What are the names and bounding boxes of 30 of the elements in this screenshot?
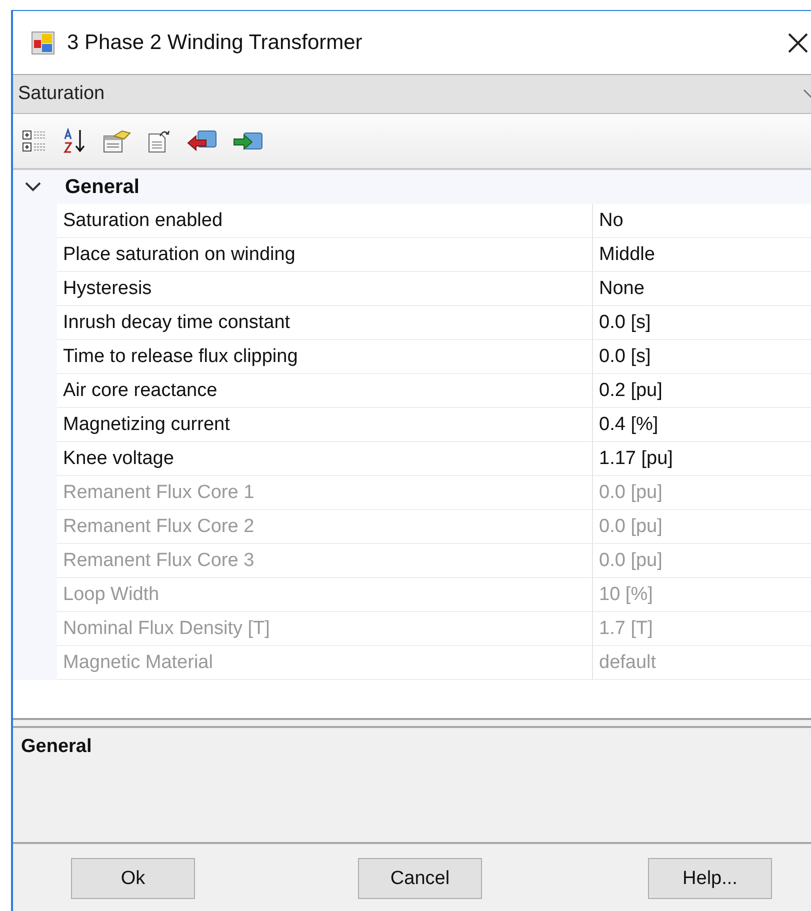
property-name[interactable]: Place saturation on winding (57, 238, 593, 272)
close-icon[interactable] (787, 32, 809, 54)
property-value[interactable]: 0.2 [pu] (593, 374, 811, 408)
chevron-icon[interactable] (25, 182, 41, 192)
dialog-button[interactable]: Help... (648, 858, 772, 899)
description-title: General (21, 736, 92, 757)
dialog-button[interactable]: Cancel (358, 858, 482, 899)
categorized-icon[interactable] (22, 128, 48, 154)
property-value[interactable]: No (593, 204, 811, 238)
group-header[interactable]: General (13, 170, 811, 204)
property-name[interactable]: Air core reactance (57, 374, 593, 408)
property-name[interactable]: Knee voltage (57, 442, 593, 476)
window-title: 3 Phase 2 Winding Transformer (67, 30, 364, 54)
dialog-button[interactable]: Ok (71, 858, 195, 899)
property-value[interactable]: 0.0 [s] (593, 340, 811, 374)
property-pages-icon[interactable] (102, 128, 132, 154)
property-name[interactable]: Hysteresis (57, 272, 593, 306)
property-value[interactable]: 0.0 [s] (593, 306, 811, 340)
property-name[interactable]: Magnetizing current (57, 408, 593, 442)
property-value[interactable]: None (593, 272, 811, 306)
property-name[interactable]: Inrush decay time constant (57, 306, 593, 340)
property-value[interactable]: 1.17 [pu] (593, 442, 811, 476)
category-dropdown[interactable]: Saturation (13, 74, 811, 114)
property-value[interactable]: Middle (593, 238, 811, 272)
property-name[interactable]: Saturation enabled (57, 204, 593, 238)
import-arrow-icon[interactable] (186, 128, 218, 154)
document-icon[interactable] (146, 128, 172, 154)
property-name[interactable]: Time to release flux clipping (57, 340, 593, 374)
app-icon (31, 30, 55, 54)
property-value[interactable]: 0.4 [%] (593, 408, 811, 442)
